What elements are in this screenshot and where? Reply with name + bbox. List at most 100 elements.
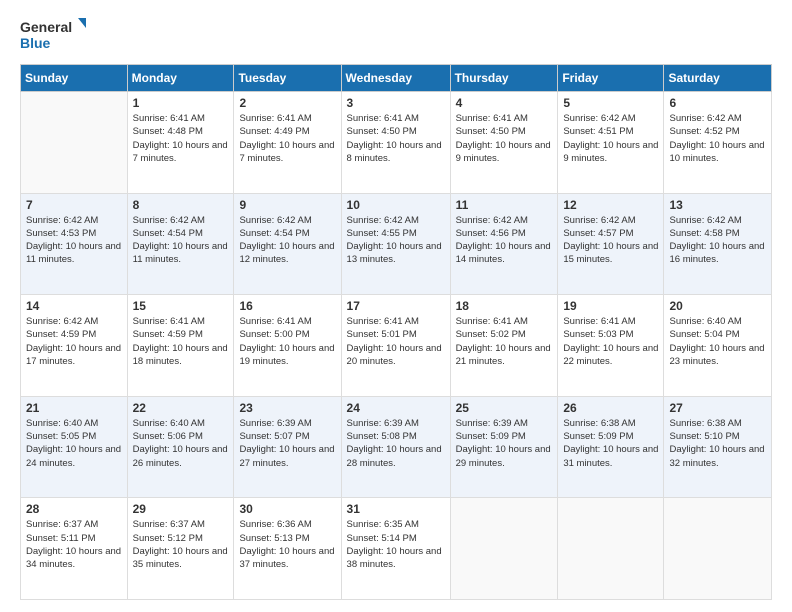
day-cell: 11 Sunrise: 6:42 AMSunset: 4:56 PMDayligh… [450,193,558,295]
day-info: Sunrise: 6:41 AMSunset: 4:50 PMDaylight:… [347,113,442,164]
logo: General Blue [20,16,90,56]
day-info: Sunrise: 6:42 AMSunset: 4:59 PMDaylight:… [26,316,121,367]
col-wednesday: Wednesday [341,65,450,92]
day-number: 14 [26,299,122,313]
day-number: 31 [347,502,445,516]
day-number: 20 [669,299,766,313]
day-number: 21 [26,401,122,415]
day-number: 5 [563,96,658,110]
day-cell [21,92,128,194]
day-cell: 3 Sunrise: 6:41 AMSunset: 4:50 PMDaylight… [341,92,450,194]
day-cell: 26 Sunrise: 6:38 AMSunset: 5:09 PMDayligh… [558,396,664,498]
day-cell: 8Sunrise: 6:42 AMSunset: 4:54 PMDaylight… [127,193,234,295]
day-info: Sunrise: 6:42 AMSunset: 4:58 PMDaylight:… [669,215,764,266]
day-cell: 16 Sunrise: 6:41 AMSunset: 5:00 PMDayligh… [234,295,341,397]
day-cell: 31 Sunrise: 6:35 AMSunset: 5:14 PMDayligh… [341,498,450,600]
day-cell: 4 Sunrise: 6:41 AMSunset: 4:50 PMDaylight… [450,92,558,194]
day-info: Sunrise: 6:41 AMSunset: 5:03 PMDaylight:… [563,316,658,367]
day-number: 13 [669,198,766,212]
day-info: Sunrise: 6:42 AMSunset: 4:56 PMDaylight:… [456,215,551,266]
day-info: Sunrise: 6:35 AMSunset: 5:14 PMDaylight:… [347,519,442,570]
col-sunday: Sunday [21,65,128,92]
col-saturday: Saturday [664,65,772,92]
day-cell: 15 Sunrise: 6:41 AMSunset: 4:59 PMDayligh… [127,295,234,397]
day-info: Sunrise: 6:41 AMSunset: 4:49 PMDaylight:… [239,113,334,164]
day-cell: 29Sunrise: 6:37 AMSunset: 5:12 PMDayligh… [127,498,234,600]
day-number: 25 [456,401,553,415]
day-info: Sunrise: 6:41 AMSunset: 5:00 PMDaylight:… [239,316,334,367]
day-info: Sunrise: 6:38 AMSunset: 5:10 PMDaylight:… [669,418,764,469]
calendar-table: Sunday Monday Tuesday Wednesday Thursday… [20,64,772,600]
day-number: 15 [133,299,229,313]
day-cell: 6 Sunrise: 6:42 AMSunset: 4:52 PMDaylight… [664,92,772,194]
day-info: Sunrise: 6:42 AMSunset: 4:55 PMDaylight:… [347,215,442,266]
day-info: Sunrise: 6:40 AMSunset: 5:06 PMDaylight:… [133,418,228,469]
day-cell: 19 Sunrise: 6:41 AMSunset: 5:03 PMDayligh… [558,295,664,397]
day-cell: 14 Sunrise: 6:42 AMSunset: 4:59 PMDayligh… [21,295,128,397]
day-info: Sunrise: 6:42 AMSunset: 4:52 PMDaylight:… [669,113,764,164]
day-info: Sunrise: 6:41 AMSunset: 4:48 PMDaylight:… [133,113,228,164]
week-row-5: 28Sunrise: 6:37 AMSunset: 5:11 PMDayligh… [21,498,772,600]
logo-svg: General Blue [20,16,90,56]
day-number: 7 [26,198,122,212]
day-cell: 2 Sunrise: 6:41 AMSunset: 4:49 PMDaylight… [234,92,341,194]
day-number: 23 [239,401,335,415]
svg-text:General: General [20,19,72,35]
day-number: 11 [456,198,553,212]
day-info: Sunrise: 6:37 AMSunset: 5:12 PMDaylight:… [133,519,228,570]
day-cell: 30Sunrise: 6:36 AMSunset: 5:13 PMDayligh… [234,498,341,600]
day-info: Sunrise: 6:42 AMSunset: 4:57 PMDaylight:… [563,215,658,266]
day-number: 2 [239,96,335,110]
day-cell: 24 Sunrise: 6:39 AMSunset: 5:08 PMDayligh… [341,396,450,498]
day-cell [558,498,664,600]
day-info: Sunrise: 6:42 AMSunset: 4:54 PMDaylight:… [239,215,334,266]
day-number: 3 [347,96,445,110]
day-cell: 28Sunrise: 6:37 AMSunset: 5:11 PMDayligh… [21,498,128,600]
day-number: 26 [563,401,658,415]
day-info: Sunrise: 6:40 AMSunset: 5:04 PMDaylight:… [669,316,764,367]
day-cell: 17 Sunrise: 6:41 AMSunset: 5:01 PMDayligh… [341,295,450,397]
day-info: Sunrise: 6:41 AMSunset: 5:01 PMDaylight:… [347,316,442,367]
day-cell: 22Sunrise: 6:40 AMSunset: 5:06 PMDayligh… [127,396,234,498]
week-row-4: 21Sunrise: 6:40 AMSunset: 5:05 PMDayligh… [21,396,772,498]
day-cell: 27 Sunrise: 6:38 AMSunset: 5:10 PMDayligh… [664,396,772,498]
day-number: 19 [563,299,658,313]
day-info: Sunrise: 6:39 AMSunset: 5:08 PMDaylight:… [347,418,442,469]
day-cell: 18 Sunrise: 6:41 AMSunset: 5:02 PMDayligh… [450,295,558,397]
day-cell [450,498,558,600]
day-number: 16 [239,299,335,313]
day-number: 17 [347,299,445,313]
day-cell [664,498,772,600]
day-cell: 25 Sunrise: 6:39 AMSunset: 5:09 PMDayligh… [450,396,558,498]
day-info: Sunrise: 6:41 AMSunset: 4:50 PMDaylight:… [456,113,551,164]
calendar-page: General Blue Sunday Monday Tuesday Wedne… [0,0,792,612]
day-number: 8 [133,198,229,212]
day-number: 1 [133,96,229,110]
day-info: Sunrise: 6:41 AMSunset: 4:59 PMDaylight:… [133,316,228,367]
day-info: Sunrise: 6:37 AMSunset: 5:11 PMDaylight:… [26,519,121,570]
day-info: Sunrise: 6:39 AMSunset: 5:09 PMDaylight:… [456,418,551,469]
day-cell: 7 Sunrise: 6:42 AMSunset: 4:53 PMDaylight… [21,193,128,295]
day-number: 9 [239,198,335,212]
day-cell: 23Sunrise: 6:39 AMSunset: 5:07 PMDayligh… [234,396,341,498]
day-number: 27 [669,401,766,415]
day-info: Sunrise: 6:38 AMSunset: 5:09 PMDaylight:… [563,418,658,469]
day-info: Sunrise: 6:36 AMSunset: 5:13 PMDaylight:… [239,519,334,570]
col-tuesday: Tuesday [234,65,341,92]
col-monday: Monday [127,65,234,92]
day-cell: 21Sunrise: 6:40 AMSunset: 5:05 PMDayligh… [21,396,128,498]
day-number: 18 [456,299,553,313]
header: General Blue [20,16,772,56]
day-number: 6 [669,96,766,110]
day-cell: 5 Sunrise: 6:42 AMSunset: 4:51 PMDaylight… [558,92,664,194]
day-info: Sunrise: 6:41 AMSunset: 5:02 PMDaylight:… [456,316,551,367]
day-info: Sunrise: 6:42 AMSunset: 4:53 PMDaylight:… [26,215,121,266]
day-cell: 1 Sunrise: 6:41 AMSunset: 4:48 PMDaylight… [127,92,234,194]
day-number: 4 [456,96,553,110]
week-row-3: 14 Sunrise: 6:42 AMSunset: 4:59 PMDayligh… [21,295,772,397]
day-number: 10 [347,198,445,212]
week-row-1: 1 Sunrise: 6:41 AMSunset: 4:48 PMDaylight… [21,92,772,194]
col-friday: Friday [558,65,664,92]
day-number: 24 [347,401,445,415]
day-info: Sunrise: 6:42 AMSunset: 4:51 PMDaylight:… [563,113,658,164]
